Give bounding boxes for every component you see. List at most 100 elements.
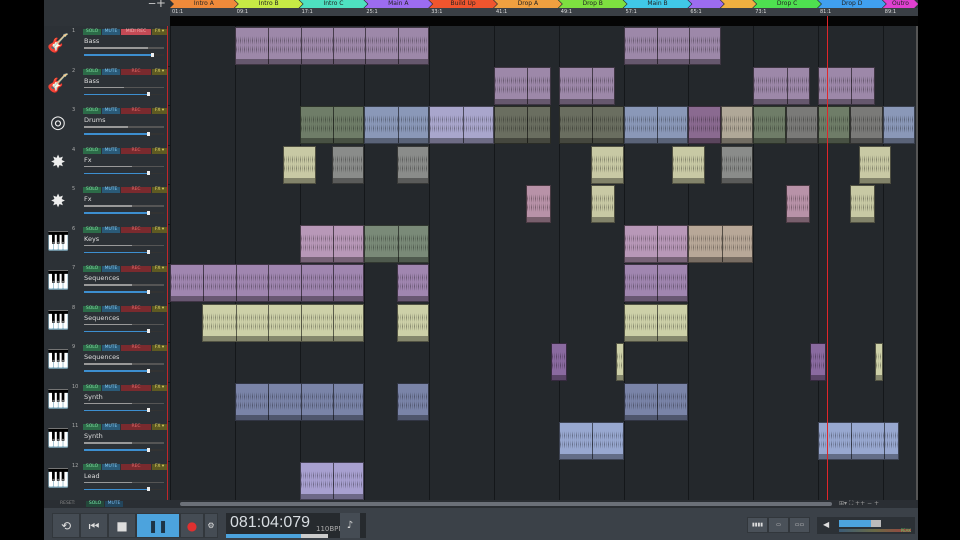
track-name[interactable]: Sequences xyxy=(84,274,119,282)
audio-clip[interactable] xyxy=(672,145,705,184)
track-lane[interactable] xyxy=(170,421,918,461)
to-start-button[interactable]: ⏮ xyxy=(80,513,108,538)
audio-clip[interactable] xyxy=(623,27,721,65)
audio-clip[interactable] xyxy=(202,303,365,342)
audio-clip[interactable] xyxy=(591,145,624,184)
audio-clip[interactable] xyxy=(623,303,689,342)
track-lane[interactable] xyxy=(170,302,918,342)
track-name[interactable]: Bass xyxy=(84,37,99,45)
fx-button[interactable]: FX ▾ xyxy=(152,187,167,193)
audio-clip[interactable] xyxy=(234,382,365,421)
track-name[interactable]: Keys xyxy=(84,235,99,243)
solo-button[interactable]: SOLO xyxy=(83,266,101,272)
pan-slider[interactable] xyxy=(84,408,164,412)
fx-button[interactable]: FX ▾ xyxy=(152,226,167,233)
audio-clip[interactable] xyxy=(396,264,430,302)
add-track-button[interactable]: ‒+ xyxy=(148,0,166,10)
reset-solo-button[interactable]: SOLO xyxy=(86,501,104,507)
audio-clip[interactable] xyxy=(785,106,818,144)
mute-button[interactable]: MUTE xyxy=(102,384,120,391)
audio-clip[interactable] xyxy=(364,106,430,144)
record-arm-button[interactable]: REC xyxy=(121,463,151,470)
track-header[interactable]: 🎹 8 SOLO MUTE REC FX ▾ Sequences xyxy=(44,302,168,342)
track-name[interactable]: Fx xyxy=(84,156,92,164)
track-lane[interactable] xyxy=(170,342,918,382)
arranger-track[interactable]: Intro A Intro B Intro C Main A Build Up Drop … xyxy=(170,0,918,8)
fx-button[interactable]: FX ▾ xyxy=(152,424,167,430)
record-arm-button[interactable]: REC xyxy=(121,108,151,114)
arranger-section[interactable]: Drop D xyxy=(818,0,886,8)
pan-slider[interactable] xyxy=(84,329,164,333)
audio-clip[interactable] xyxy=(299,106,365,144)
track-header[interactable]: ◎ 3 SOLO MUTE REC FX ▾ Drums xyxy=(44,105,168,145)
track-header[interactable]: 🎹 7 SOLO MUTE REC FX ▾ Sequences xyxy=(44,263,168,303)
volume-slider[interactable] xyxy=(84,323,164,325)
audio-clip[interactable] xyxy=(283,145,316,184)
record-arm-button[interactable]: REC xyxy=(121,68,151,75)
stop-button[interactable]: ■ xyxy=(108,513,136,538)
solo-button[interactable]: SOLO xyxy=(83,29,101,35)
track-name[interactable]: Lead xyxy=(84,472,100,480)
mixer-view-button[interactable]: ▮▮▮▮ xyxy=(747,517,768,533)
audio-clip[interactable] xyxy=(623,382,689,421)
record-arm-button[interactable]: REC xyxy=(121,305,151,312)
audio-clip[interactable] xyxy=(299,224,365,263)
record-arm-button[interactable]: MIDI REC xyxy=(121,29,151,35)
arranger-section[interactable]: Drop B xyxy=(559,0,627,8)
track-header[interactable]: 🎹 10 SOLO MUTE REC FX ▾ Synth xyxy=(44,381,168,421)
track-name[interactable]: Fx xyxy=(84,195,92,203)
reset-mute-button[interactable]: MUTE xyxy=(105,501,123,507)
audio-clip[interactable] xyxy=(720,106,754,144)
audio-clip[interactable] xyxy=(623,106,689,144)
arranger-section[interactable]: Drop C xyxy=(753,0,821,8)
mute-button[interactable]: MUTE xyxy=(102,187,120,193)
track-lane[interactable] xyxy=(170,263,918,303)
audio-clip[interactable] xyxy=(558,106,624,144)
audio-clip[interactable] xyxy=(364,224,430,263)
track-header[interactable]: 🎹 12 SOLO MUTE REC FX ▾ Lead xyxy=(44,460,168,500)
vertical-scrollbar[interactable] xyxy=(916,26,918,500)
fx-button[interactable]: FX ▾ xyxy=(152,266,167,272)
volume-slider[interactable] xyxy=(84,402,164,404)
solo-button[interactable]: SOLO xyxy=(83,187,101,193)
audio-clip[interactable] xyxy=(550,343,567,381)
track-name[interactable]: Drums xyxy=(84,116,106,124)
mute-button[interactable]: MUTE xyxy=(102,463,120,470)
fx-button[interactable]: FX ▾ xyxy=(152,463,167,470)
audio-clip[interactable] xyxy=(396,382,430,421)
pan-slider[interactable] xyxy=(84,210,164,214)
fx-button[interactable]: FX ▾ xyxy=(152,384,167,391)
audio-clip[interactable] xyxy=(494,106,551,144)
volume-slider[interactable] xyxy=(84,442,164,444)
arranger-section[interactable]: Drop A xyxy=(494,0,562,8)
solo-button[interactable]: SOLO xyxy=(83,108,101,114)
arranger-section[interactable]: Intro B xyxy=(235,0,303,8)
track-name[interactable]: Synth xyxy=(84,432,103,440)
volume-slider[interactable] xyxy=(84,481,164,483)
audio-clip[interactable] xyxy=(396,145,430,184)
audio-clip[interactable] xyxy=(429,106,494,144)
fx-button[interactable]: FX ▾ xyxy=(152,305,167,312)
mute-button[interactable]: MUTE xyxy=(102,305,120,312)
fx-button[interactable]: FX ▾ xyxy=(152,345,167,351)
solo-button[interactable]: SOLO xyxy=(83,147,101,154)
audio-clip[interactable] xyxy=(688,224,754,263)
audio-clip[interactable] xyxy=(526,185,551,223)
horizontal-scrollbar[interactable] xyxy=(180,502,832,506)
audio-clip[interactable] xyxy=(882,106,916,144)
audio-clip[interactable] xyxy=(874,343,883,381)
audio-clip[interactable] xyxy=(591,185,616,223)
audio-clip[interactable] xyxy=(615,343,624,381)
track-lane[interactable] xyxy=(170,381,918,421)
track-name[interactable]: Sequences xyxy=(84,314,119,322)
audio-clip[interactable] xyxy=(818,422,899,460)
pan-slider[interactable] xyxy=(84,250,164,254)
arranger-section[interactable]: Intro C xyxy=(300,0,368,8)
arranger-section[interactable] xyxy=(721,0,756,8)
audio-clip[interactable] xyxy=(753,106,786,144)
mute-button[interactable]: MUTE xyxy=(102,424,120,430)
record-arm-button[interactable]: REC xyxy=(121,147,151,154)
arranger-section[interactable]: Main B xyxy=(624,0,692,8)
track-header[interactable]: 🎸 1 SOLO MUTE MIDI REC FX ▾ Bass xyxy=(44,26,168,66)
track-lane[interactable] xyxy=(170,26,918,66)
